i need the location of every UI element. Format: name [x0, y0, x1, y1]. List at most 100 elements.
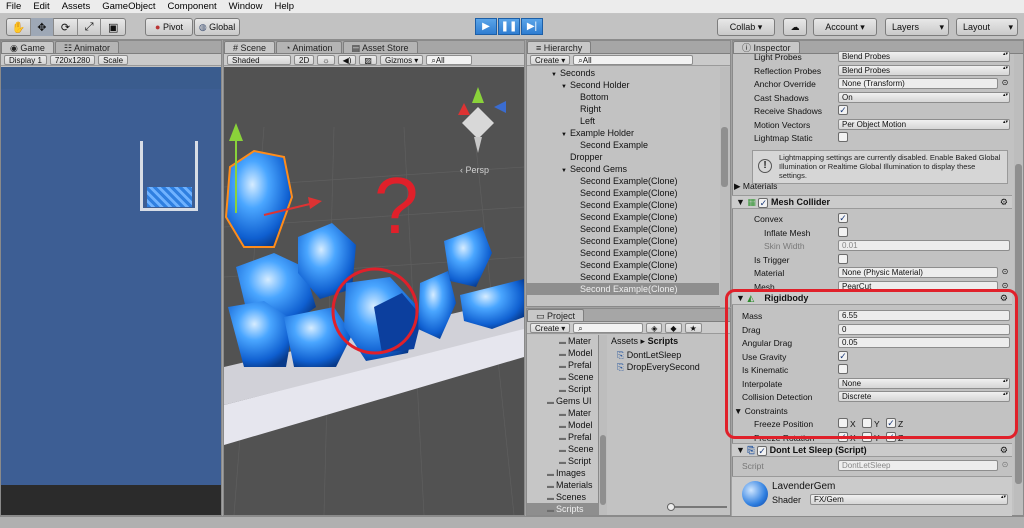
- global-button[interactable]: ◍ Global: [194, 18, 240, 36]
- pause-button[interactable]: ❚❚: [498, 18, 520, 35]
- object-picker-icon[interactable]: ⊙: [1000, 267, 1010, 277]
- project-folder[interactable]: ▬ Scenes: [527, 491, 599, 503]
- rotate-tool-icon[interactable]: ⟳: [54, 18, 78, 36]
- label-icon[interactable]: ◆: [665, 322, 682, 333]
- project-file[interactable]: ⎘ DontLetSleep: [617, 349, 681, 361]
- hierarchy-item[interactable]: Right: [527, 103, 719, 115]
- audio-icon[interactable]: ◀): [337, 54, 357, 65]
- play-button[interactable]: ▶: [475, 18, 497, 35]
- hierarchy-item[interactable]: Second Example(Clone): [527, 283, 719, 295]
- hierarchy-item[interactable]: ▼ Second Holder: [527, 79, 719, 91]
- project-tree-scroll-thumb[interactable]: [600, 435, 606, 505]
- renderer-3-dropdown[interactable]: On: [838, 91, 1010, 103]
- project-file[interactable]: ⎘ DropEverySecond: [617, 361, 700, 373]
- menu-item-gameobject[interactable]: GameObject: [96, 1, 161, 12]
- settings-gear-icon[interactable]: ⚙: [1000, 196, 1008, 208]
- hierarchy-create-button[interactable]: Create ▾: [530, 54, 571, 65]
- hierarchy-item[interactable]: Second Example(Clone): [527, 271, 719, 283]
- hierarchy-item[interactable]: ▼ Example Holder: [527, 127, 719, 139]
- resolution-dropdown[interactable]: 720x1280: [49, 54, 96, 65]
- physic-material-field[interactable]: None (Physic Material): [838, 267, 998, 278]
- tab-animator[interactable]: ☷ Animator: [54, 41, 119, 53]
- settings-gear-icon[interactable]: ⚙: [1000, 444, 1008, 456]
- shading-dropdown[interactable]: Shaded: [227, 54, 291, 65]
- object-picker-icon[interactable]: ⊙: [1000, 78, 1010, 88]
- scene-view[interactable]: ? ‹ Persp: [224, 67, 524, 515]
- shader-dropdown[interactable]: FX/Gem: [810, 494, 1008, 505]
- project-folder[interactable]: ▬ Images: [527, 467, 599, 479]
- inspector-scrollbar[interactable]: [1014, 54, 1023, 515]
- project-create-button[interactable]: Create ▾: [530, 322, 571, 333]
- menu-item-window[interactable]: Window: [223, 1, 269, 12]
- zoom-slider-thumb[interactable]: [667, 503, 675, 511]
- zoom-slider[interactable]: [667, 503, 727, 511]
- project-search[interactable]: ⌕: [573, 322, 644, 333]
- menu-item-help[interactable]: Help: [268, 1, 300, 12]
- tab-animation[interactable]: ◔ Animation: [276, 41, 342, 53]
- lighting-icon[interactable]: ☼: [317, 54, 335, 65]
- project-folder[interactable]: ▬ Materials: [527, 479, 599, 491]
- project-folder[interactable]: ▬ Scripts: [527, 503, 599, 515]
- foldout-arrow-icon[interactable]: ▼: [736, 445, 747, 455]
- persp-label[interactable]: ‹ Persp: [460, 165, 489, 175]
- hierarchy-item[interactable]: Second Example(Clone): [527, 175, 719, 187]
- filter-icon[interactable]: ◈: [646, 322, 663, 333]
- renderer-4-checkbox[interactable]: ✓: [838, 105, 848, 115]
- renderer-0-dropdown[interactable]: Blend Probes: [838, 51, 1010, 62]
- project-folder[interactable]: ▬ Model: [527, 419, 599, 431]
- renderer-1-dropdown[interactable]: Blend Probes: [838, 64, 1010, 76]
- hierarchy-search[interactable]: ⌕All: [573, 54, 694, 65]
- account-button[interactable]: Account ▾: [813, 18, 877, 36]
- cloud-icon[interactable]: ☁: [783, 18, 807, 36]
- menu-item-file[interactable]: File: [0, 1, 27, 12]
- hand-tool-icon[interactable]: ✋: [7, 18, 31, 36]
- materials-foldout[interactable]: ▶ Materials: [734, 181, 777, 192]
- hierarchy-item[interactable]: Second Example(Clone): [527, 235, 719, 247]
- pivot-button[interactable]: ● Pivot: [145, 18, 193, 36]
- mesh-collider-header[interactable]: ▼ ▦ ✓ Mesh Collider ⚙: [732, 195, 1012, 209]
- effects-icon[interactable]: ▨: [359, 54, 377, 65]
- convex-checkbox[interactable]: ✓: [838, 213, 848, 223]
- project-folder[interactable]: ▬ Scene: [527, 443, 599, 455]
- gem[interactable]: [444, 227, 492, 287]
- collab-button[interactable]: Collab ▾: [717, 18, 775, 36]
- script-enabled-checkbox[interactable]: ✓: [757, 446, 768, 456]
- hierarchy-item[interactable]: Second Example(Clone): [527, 223, 719, 235]
- gizmo-y-arrow[interactable]: [229, 123, 243, 141]
- scene-search[interactable]: ⌕All: [426, 54, 473, 65]
- tab-project[interactable]: ▭ Project: [527, 309, 585, 321]
- display-dropdown[interactable]: Display 1: [4, 54, 47, 65]
- renderer-5-dropdown[interactable]: Per Object Motion: [838, 118, 1010, 130]
- tab-game[interactable]: ◉ Game: [1, 41, 54, 53]
- tab-asset-store[interactable]: ▤ Asset Store: [342, 41, 418, 53]
- breadcrumb-scripts[interactable]: Scripts: [648, 336, 679, 346]
- scene-orientation-gizmo[interactable]: [458, 87, 506, 153]
- scale-tool-icon[interactable]: ⤢: [78, 18, 102, 36]
- project-folder[interactable]: ▬ Scene: [527, 371, 599, 383]
- inflate-mesh-checkbox[interactable]: [838, 226, 848, 237]
- hierarchy-item[interactable]: Bottom: [527, 91, 719, 103]
- hierarchy-item[interactable]: Second Example(Clone): [527, 247, 719, 259]
- gizmo-x-arrow[interactable]: [308, 197, 322, 209]
- game-view[interactable]: [1, 67, 221, 485]
- rect-tool-icon[interactable]: ▣: [101, 18, 125, 36]
- hierarchy-item[interactable]: Second Example: [527, 139, 719, 151]
- hierarchy-scrollbar[interactable]: [720, 67, 730, 307]
- mesh-collider-enabled-checkbox[interactable]: ✓: [758, 198, 769, 208]
- project-folder[interactable]: ▬ Gems UI: [527, 395, 599, 407]
- hierarchy-item[interactable]: ▼ Second Gems: [527, 163, 719, 175]
- hierarchy-item[interactable]: Second Example(Clone): [527, 199, 719, 211]
- tab-hierarchy[interactable]: ≡ Hierarchy: [527, 41, 592, 53]
- project-folder[interactable]: ▬ Script: [527, 383, 599, 395]
- foldout-arrow-icon[interactable]: ▼: [736, 197, 747, 207]
- scale-label[interactable]: Scale: [98, 54, 129, 65]
- hierarchy-item[interactable]: Second Example(Clone): [527, 259, 719, 271]
- project-folder[interactable]: ▬ Model: [527, 347, 599, 359]
- 2d-toggle[interactable]: 2D: [294, 54, 315, 65]
- menu-item-edit[interactable]: Edit: [27, 1, 55, 12]
- layout-button[interactable]: Layout ▾: [956, 18, 1018, 36]
- project-folder[interactable]: ▬ Prefal: [527, 359, 599, 371]
- step-button[interactable]: ▶|: [521, 18, 543, 35]
- menu-item-component[interactable]: Component: [162, 1, 223, 12]
- move-tool-icon[interactable]: ✥: [30, 18, 55, 36]
